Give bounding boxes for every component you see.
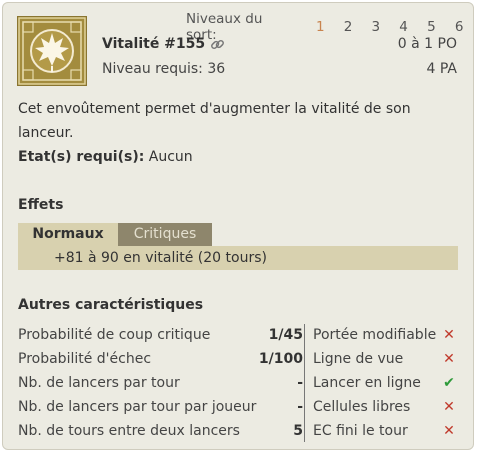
level-1[interactable]: 1	[306, 19, 334, 35]
effect-line: +81 à 90 en vitalité (20 tours)	[18, 246, 458, 270]
stat-value: -	[297, 375, 303, 391]
stat-row-failure-chance: Probabilité d'échec 1/100	[18, 347, 303, 371]
stat-label: Nb. de lancers par tour par joueur	[18, 399, 257, 415]
stat-row-casts-per-player: Nb. de lancers par tour par joueur -	[18, 395, 303, 419]
check-icon: ✔	[443, 375, 455, 391]
stat-row-turns-between-casts: Nb. de tours entre deux lancers 5	[18, 419, 303, 443]
level-3[interactable]: 3	[362, 19, 390, 35]
level-2[interactable]: 2	[334, 19, 362, 35]
flag-label: Cellules libres	[313, 399, 411, 415]
other-characteristics-title: Autres caractéristiques	[18, 297, 204, 313]
flag-row-line-of-sight: Ligne de vue ✕	[313, 347, 456, 371]
level-4[interactable]: 4	[390, 19, 418, 35]
stat-value: 1/45	[268, 327, 303, 343]
flag-row-modifiable-range: Portée modifiable ✕	[313, 323, 456, 347]
required-states-value: Aucun	[148, 149, 193, 165]
flag-label: Lancer en ligne	[313, 375, 421, 391]
cross-icon: ✕	[443, 327, 455, 343]
stat-value: 5	[293, 423, 303, 439]
tab-critical-effects[interactable]: Critiques	[118, 223, 212, 246]
effects-title: Effets	[18, 197, 64, 213]
required-states-label: Etat(s) requi(s):	[18, 149, 145, 165]
stats-divider	[304, 324, 305, 442]
flag-label: Portée modifiable	[313, 327, 437, 343]
required-level: Niveau requis: 36	[102, 61, 226, 77]
flag-label: Ligne de vue	[313, 351, 404, 367]
stat-row-casts-per-turn: Nb. de lancers par tour -	[18, 371, 303, 395]
tab-normal-effects[interactable]: Normaux	[18, 223, 118, 246]
stat-label: Nb. de lancers par tour	[18, 375, 180, 391]
stat-value: -	[297, 399, 303, 415]
level-5[interactable]: 5	[417, 19, 445, 35]
stat-label: Probabilité de coup critique	[18, 327, 211, 343]
flags-list: Portée modifiable ✕ Ligne de vue ✕ Lance…	[313, 323, 456, 443]
spell-ap-cost: 4 PA	[426, 61, 457, 77]
flag-row-crit-ends-turn: EC fini le tour ✕	[313, 419, 456, 443]
spell-leaf-icon	[17, 16, 87, 86]
flag-row-cast-in-line: Lancer en ligne ✔	[313, 371, 456, 395]
link-icon[interactable]	[210, 37, 225, 52]
level-6[interactable]: 6	[445, 19, 473, 35]
stat-label: Probabilité d'échec	[18, 351, 152, 367]
spell-range: 0 à 1 PO	[397, 36, 457, 52]
required-states: Etat(s) requi(s): Aucun	[18, 149, 193, 165]
flag-label: EC fini le tour	[313, 423, 408, 439]
cross-icon: ✕	[443, 351, 455, 367]
cross-icon: ✕	[443, 423, 455, 439]
stat-value: 1/100	[258, 351, 303, 367]
stat-row-critical-chance: Probabilité de coup critique 1/45	[18, 323, 303, 347]
flag-row-free-cells: Cellules libres ✕	[313, 395, 456, 419]
spell-tooltip-card: Niveaux du sort: 1 2 3 4 5 6 Vitalité #1…	[2, 2, 474, 450]
spell-name: Vitalité #155	[102, 36, 225, 52]
cross-icon: ✕	[443, 399, 455, 415]
stats-list: Probabilité de coup critique 1/45 Probab…	[18, 323, 303, 443]
spell-name-text: Vitalité #155	[102, 36, 206, 52]
spell-description: Cet envoûtement permet d'augmenter la vi…	[18, 101, 411, 141]
stat-label: Nb. de tours entre deux lancers	[18, 423, 240, 439]
